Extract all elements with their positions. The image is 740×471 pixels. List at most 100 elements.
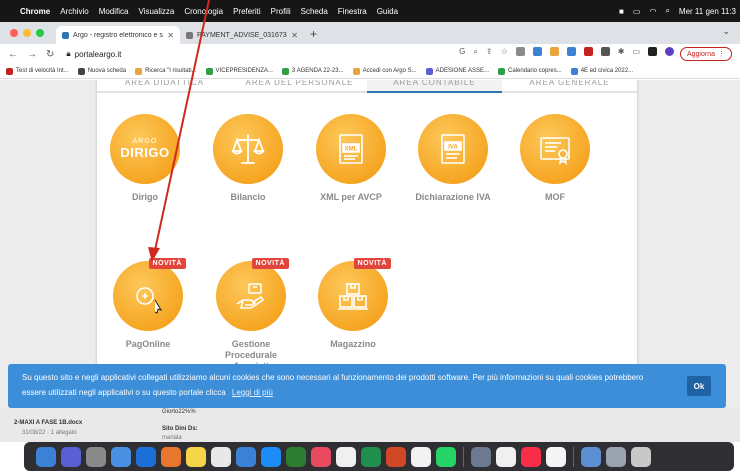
star-icon[interactable]: ☆ (501, 47, 508, 57)
tab-area-contabile[interactable]: AREA CONTABILE (367, 80, 502, 93)
tab-area-generale[interactable]: AREA GENERALE (502, 80, 637, 93)
new-tab-icon[interactable]: + (310, 27, 317, 41)
clock[interactable]: Mer 11 gen 11:3 (679, 7, 736, 16)
menu-preferiti[interactable]: Preferiti (233, 7, 261, 16)
tab-payment[interactable]: PAYMENT_ADVISE_0316734 ✕ (180, 26, 304, 44)
share-icon[interactable]: ⇪ (486, 47, 493, 57)
close-tab-icon[interactable]: ✕ (167, 31, 174, 40)
bookmark-label: ADESIONE ASSE... (435, 68, 489, 74)
chrome-icon[interactable] (211, 446, 231, 467)
bookmark-item[interactable]: Ricerca "I risultati... (135, 67, 197, 75)
update-button[interactable]: Aggiorna ⋮ (679, 47, 732, 61)
preview-icon[interactable] (471, 446, 491, 467)
safari-icon[interactable] (236, 446, 256, 467)
zoom-window-button[interactable] (36, 29, 44, 37)
puzzle-icon[interactable]: ✱ (618, 47, 625, 57)
bookmark-item[interactable]: Calendario copres... (498, 67, 562, 75)
sidebar-icon[interactable]: ▭ (632, 47, 640, 57)
trash-icon[interactable] (631, 446, 651, 467)
launchpad-icon[interactable] (111, 446, 131, 467)
iva-document-icon[interactable]: IVA (418, 114, 488, 184)
app-dirigo[interactable]: ARGO DIRIGO Dirigo (95, 114, 195, 203)
search-icon[interactable]: ⌕ (665, 6, 669, 16)
document-icon[interactable] (496, 446, 516, 467)
menu-modifica[interactable]: Modifica (99, 7, 129, 16)
extension-icon[interactable] (600, 47, 610, 56)
menu-guida[interactable]: Guida (377, 7, 398, 16)
back-icon[interactable]: ← (8, 49, 18, 60)
bookmark-item[interactable]: Accedi con Argo S... (352, 67, 417, 75)
extension-icon[interactable] (515, 47, 525, 56)
avatar[interactable] (665, 47, 674, 56)
cookie-more-link[interactable]: Leggi di più (232, 388, 273, 397)
word-icon[interactable] (136, 446, 156, 467)
close-window-button[interactable] (10, 29, 18, 37)
menu-finestra[interactable]: Finestra (338, 7, 367, 16)
downloads-icon[interactable] (581, 446, 601, 467)
zoom-icon[interactable]: ⌕ (473, 47, 477, 57)
bookmark-item[interactable]: ADESIONE ASSE... (425, 67, 489, 75)
excel-icon[interactable] (361, 446, 381, 467)
tab-area-personale[interactable]: AREA DEL PERSONALE (232, 80, 367, 93)
app-mof[interactable]: MOF (505, 114, 605, 203)
forward-icon[interactable]: → (27, 49, 37, 60)
close-tab-icon[interactable]: ✕ (291, 31, 298, 40)
control-center-icon[interactable]: ■ (619, 7, 624, 16)
menu-cronologia[interactable]: Cronologia (184, 7, 223, 16)
menu-profili[interactable]: Profili (271, 7, 291, 16)
boxes-icon[interactable]: NOVITÀ (318, 258, 391, 331)
address-bar[interactable]: 🔒︎ portaleargo.it (66, 49, 121, 59)
extension-icon[interactable] (648, 47, 657, 56)
menu-visualizza[interactable]: Visualizza (138, 7, 174, 16)
bookmark-item[interactable]: Test di velocità Int... (6, 67, 69, 75)
extension-icon[interactable] (532, 47, 542, 56)
scale-icon[interactable] (213, 114, 283, 184)
whatsapp-icon[interactable] (436, 446, 456, 467)
photos-icon[interactable] (311, 446, 331, 467)
settings-icon[interactable] (86, 446, 106, 467)
wifi-icon[interactable]: ◠ (649, 7, 656, 16)
bookmark-item[interactable]: VICEPRESIDENZA... (205, 67, 273, 75)
reload-icon[interactable]: ↻ (46, 49, 54, 60)
app-xml-avcp[interactable]: XML XML per AVCP (301, 114, 401, 203)
app-magazzino[interactable]: NOVITÀ Magazzino (303, 258, 403, 350)
cookie-ok-button[interactable]: Ok (687, 376, 711, 396)
app-bilancio[interactable]: Bilancio (198, 114, 298, 203)
maps-icon[interactable] (411, 446, 431, 467)
calendar-icon[interactable] (336, 446, 356, 467)
folder-icon[interactable] (606, 446, 626, 467)
notes-pad-icon[interactable] (546, 446, 566, 467)
menu-archivio[interactable]: Archivio (60, 7, 88, 16)
google-icon[interactable]: G (459, 47, 465, 57)
menu-chrome[interactable]: Chrome (20, 7, 50, 16)
finder-icon[interactable] (36, 446, 56, 467)
contacts-icon[interactable] (286, 446, 306, 467)
app-dichiarazione-iva[interactable]: IVA Dichiarazione IVA (403, 114, 503, 203)
bookmark-item[interactable]: 3 AGENDA 22-23... (281, 67, 344, 75)
certificate-icon[interactable] (520, 114, 590, 184)
powerpoint-icon[interactable] (386, 446, 406, 467)
notes-icon[interactable] (186, 446, 206, 467)
payment-icon[interactable]: NOVITÀ (113, 258, 186, 331)
firefox-icon[interactable] (161, 446, 181, 467)
dirigo-logo[interactable]: ARGO DIRIGO (110, 114, 180, 184)
extension-icon[interactable] (583, 47, 593, 56)
tab-argo[interactable]: Argo - registro elettronico e si ✕ (56, 26, 180, 44)
app-pagonline[interactable]: NOVITÀ PagOnline (98, 258, 198, 350)
file-name[interactable]: 2-MAXI A FASE 1B.docx (14, 420, 82, 426)
handshake-icon[interactable]: NOVITÀ (216, 258, 289, 331)
minimize-window-button[interactable] (23, 29, 31, 37)
siri-icon[interactable] (61, 446, 81, 467)
extension-icon[interactable] (549, 47, 559, 56)
bookmark-item[interactable]: 4E ed civica 2022... (570, 67, 633, 75)
mail-icon[interactable] (261, 446, 281, 467)
app-gestione-acquisti[interactable]: NOVITÀ Gestione Procedurale Acquisti (201, 258, 301, 372)
bookmark-item[interactable]: Nuova scheda (77, 67, 126, 75)
battery-icon[interactable]: ▭ (633, 7, 641, 16)
chevron-down-icon[interactable]: ⌄ (722, 26, 730, 37)
extension-icon[interactable] (566, 47, 576, 56)
tab-area-didattica[interactable]: AREA DIDATTICA (97, 80, 232, 93)
music-icon[interactable] (521, 446, 541, 467)
xml-document-icon[interactable]: XML (316, 114, 386, 184)
menu-scheda[interactable]: Scheda (301, 7, 328, 16)
